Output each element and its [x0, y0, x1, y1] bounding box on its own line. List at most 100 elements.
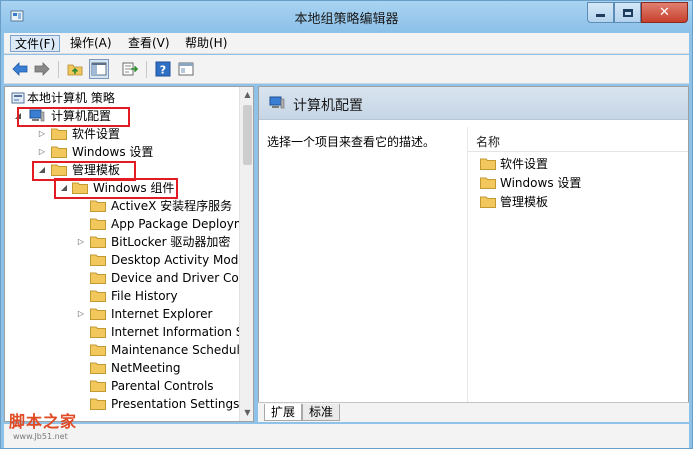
tab-extended[interactable]: 扩展: [264, 404, 303, 421]
folder-icon: [90, 380, 106, 392]
menu-file[interactable]: 文件(F): [10, 35, 61, 52]
column-header-name[interactable]: 名称: [476, 133, 500, 150]
show-hide-tree-button[interactable]: [89, 59, 109, 79]
title-bar[interactable]: 本地组策略编辑器 ✕: [1, 1, 692, 32]
toolbar-separator: [146, 61, 147, 78]
list-item-label: 软件设置: [500, 157, 549, 171]
tree-item-label: NetMeeting: [111, 361, 181, 375]
policy-icon: [11, 92, 25, 104]
tree-item-label: App Package Deployment: [111, 217, 254, 231]
export-list-icon: [122, 62, 138, 76]
tree-item-component[interactable]: ▷ BitLocker 驱动器加密: [5, 233, 237, 251]
tree-item-label: Internet Information Services: [111, 325, 253, 339]
export-list-button[interactable]: [120, 59, 140, 79]
folder-icon: [90, 236, 106, 248]
tree-item-label: Internet Explorer: [111, 307, 213, 321]
tree-item-component[interactable]: Maintenance Scheduler: [5, 341, 252, 359]
maximize-button[interactable]: [614, 2, 641, 23]
tree-item-component[interactable]: NetMeeting: [5, 359, 237, 377]
forward-button[interactable]: [32, 59, 52, 79]
watermark: 脚本之家 www.Jb51.net: [9, 408, 119, 446]
tree-item-component[interactable]: Internet Information Services: [5, 323, 253, 341]
tree-item-label: Windows 设置: [72, 145, 154, 159]
tree-item-label: BitLocker 驱动器加密: [111, 235, 231, 249]
menu-view[interactable]: 查看(V): [124, 35, 174, 52]
tree-item-label: ActiveX 安装程序服务: [111, 199, 233, 213]
tree-item-component[interactable]: ▷ Internet Explorer: [5, 305, 237, 323]
minimize-icon: [596, 14, 605, 17]
scroll-down-icon[interactable]: ▼: [240, 405, 253, 420]
tree-item-label: Desktop Activity Moderator: [111, 253, 253, 267]
tree-item-windows-settings[interactable]: ▷ Windows 设置: [5, 143, 237, 161]
details-pane: 计算机配置 选择一个项目来查看它的描述。 名称 软件设置 Windows 设置 …: [258, 86, 689, 422]
watermark-url: www.Jb51.net: [13, 432, 68, 441]
highlight-box: [17, 107, 130, 127]
svg-text:?: ?: [160, 64, 166, 77]
show-hide-tree-icon: [91, 62, 107, 76]
folder-icon: [480, 196, 496, 208]
tree-item-label: Presentation Settings: [111, 397, 240, 411]
watermark-text: 脚本之家: [9, 412, 78, 431]
expand-arrow-icon[interactable]: ▷: [76, 305, 86, 323]
help-icon: ?: [155, 61, 171, 77]
folder-icon: [90, 362, 106, 374]
tree-item-label: Parental Controls: [111, 379, 214, 393]
properties-icon: [178, 62, 194, 76]
expand-arrow-icon[interactable]: ▷: [76, 233, 86, 251]
expand-arrow-icon[interactable]: ▷: [37, 125, 47, 143]
highlight-box: [54, 178, 178, 199]
scroll-up-icon[interactable]: ▲: [240, 87, 253, 102]
tree-item-label: File History: [111, 289, 178, 303]
tree-item-label: 本地计算机 策略: [27, 91, 115, 105]
folder-icon: [90, 326, 106, 338]
expand-arrow-icon[interactable]: ▷: [37, 143, 47, 161]
tab-standard[interactable]: 标准: [302, 404, 341, 421]
tree-scrollbar[interactable]: ▲ ▼: [239, 87, 253, 421]
menu-action[interactable]: 操作(A): [66, 35, 116, 52]
folder-icon: [90, 200, 106, 212]
folder-icon: [90, 344, 106, 356]
items-list[interactable]: 名称 软件设置 Windows 设置 管理模板: [467, 127, 688, 421]
tree-pane[interactable]: 本地计算机 策略 ◢ 计算机配置 ▷ 软件设置 ▷ Windows 设置 ◢ 管…: [4, 86, 254, 422]
details-title: 计算机配置: [293, 98, 363, 114]
folder-icon: [51, 128, 67, 140]
up-folder-icon: [67, 64, 83, 76]
close-icon: ✕: [659, 5, 670, 20]
close-button[interactable]: ✕: [641, 2, 688, 23]
folder-icon: [90, 272, 106, 284]
tree-item-component[interactable]: App Package Deployment: [5, 215, 253, 233]
tree-item-component[interactable]: ActiveX 安装程序服务: [5, 197, 237, 215]
help-button[interactable]: ?: [153, 59, 173, 79]
folder-icon: [90, 254, 106, 266]
computer-icon: [269, 96, 285, 109]
minimize-button[interactable]: [587, 2, 614, 23]
description-text: 选择一个项目来查看它的描述。: [267, 135, 436, 149]
toolbar-separator: [58, 61, 59, 78]
tree-item-component[interactable]: Desktop Activity Moderator: [5, 251, 253, 269]
tree-item-component[interactable]: Device and Driver Compatibility: [5, 269, 253, 287]
column-divider: [468, 151, 688, 152]
back-arrow-icon: [12, 62, 28, 76]
tree-item-label: Device and Driver Compatibility: [111, 271, 253, 285]
maximize-icon: [622, 8, 633, 17]
properties-button[interactable]: [176, 59, 196, 79]
up-level-button[interactable]: [65, 59, 85, 79]
tree-item-component[interactable]: File History: [5, 287, 237, 305]
menu-bar: 文件(F) 操作(A) 查看(V) 帮助(H): [4, 33, 689, 54]
view-tabs: 扩展 标准: [258, 402, 689, 422]
tree-item-local-policy[interactable]: 本地计算机 策略: [5, 89, 237, 107]
back-button[interactable]: [10, 59, 30, 79]
folder-icon: [51, 146, 67, 158]
scroll-thumb[interactable]: [243, 105, 252, 165]
folder-icon: [90, 218, 106, 230]
toolbar: ?: [4, 55, 689, 84]
tree-item-label: 软件设置: [72, 127, 121, 141]
tree-item-software-settings[interactable]: ▷ 软件设置: [5, 125, 237, 143]
forward-arrow-icon: [34, 62, 50, 76]
list-item-label: 管理模板: [500, 195, 549, 209]
menu-help[interactable]: 帮助(H): [181, 35, 231, 52]
folder-icon: [480, 158, 496, 170]
window: 本地组策略编辑器 ✕ 文件(F) 操作(A) 查看(V) 帮助(H) ? 本地计…: [0, 0, 693, 449]
folder-icon: [90, 308, 106, 320]
tree-item-component[interactable]: Parental Controls: [5, 377, 237, 395]
